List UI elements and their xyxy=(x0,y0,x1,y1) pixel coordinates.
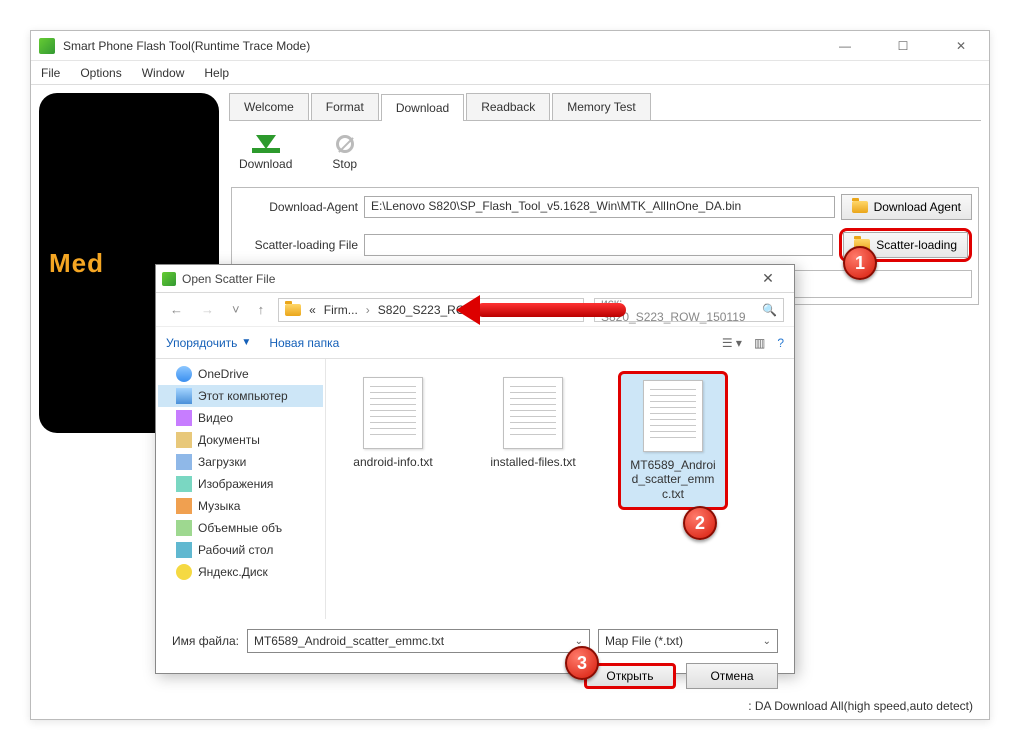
text-file-icon xyxy=(503,377,563,449)
nav-item[interactable]: Рабочий стол xyxy=(158,539,323,561)
vol-icon xyxy=(176,520,192,536)
menu-options[interactable]: Options xyxy=(80,66,121,80)
file-item-selected[interactable]: MT6589_Android_scatter_emmc.txt xyxy=(618,371,728,510)
download-label: Download xyxy=(239,157,292,171)
stop-icon xyxy=(336,135,354,153)
tab-format[interactable]: Format xyxy=(311,93,379,120)
titlebar: Smart Phone Flash Tool(Runtime Trace Mod… xyxy=(31,31,989,61)
img-icon xyxy=(176,476,192,492)
nav-item[interactable]: Видео xyxy=(158,407,323,429)
nav-item[interactable]: Изображения xyxy=(158,473,323,495)
filetype-filter[interactable]: Map File (*.txt)⌄ xyxy=(598,629,778,653)
tab-readback[interactable]: Readback xyxy=(466,93,550,120)
open-file-dialog: Open Scatter File ✕ ← → ˅ ↑ « Firm... › … xyxy=(155,264,795,674)
nav-item[interactable]: Документы xyxy=(158,429,323,451)
nav-item[interactable]: Этот компьютер xyxy=(158,385,323,407)
callout-3: 3 xyxy=(565,646,599,680)
menu-window[interactable]: Window xyxy=(142,66,185,80)
preview-pane-button[interactable]: ▥ xyxy=(754,336,765,350)
folder-icon xyxy=(285,304,301,316)
dialog-close-button[interactable]: ✕ xyxy=(748,270,788,287)
app-icon xyxy=(39,38,55,54)
cancel-button[interactable]: Отмена xyxy=(686,663,778,689)
phone-brand-text: Med xyxy=(49,248,104,279)
back-button[interactable]: ← xyxy=(166,302,187,317)
filename-label: Имя файла: xyxy=(172,634,239,648)
dialog-icon xyxy=(162,272,176,286)
navigation-pane: OneDriveЭтот компьютерВидеоДокументыЗагр… xyxy=(156,359,326,619)
vid-icon xyxy=(176,410,192,426)
recent-button[interactable]: ˅ xyxy=(228,302,244,317)
filename-input[interactable]: MT6589_Android_scatter_emmc.txt⌄ xyxy=(247,629,590,653)
maximize-button[interactable]: ☐ xyxy=(883,39,923,53)
file-item[interactable]: installed-files.txt xyxy=(478,371,588,475)
tab-welcome[interactable]: Welcome xyxy=(229,93,309,120)
cloud-icon xyxy=(176,366,192,382)
folder-icon xyxy=(852,201,868,213)
close-button[interactable]: ✕ xyxy=(941,39,981,53)
scatter-label: Scatter-loading File xyxy=(238,238,358,252)
ydisk-icon xyxy=(176,564,192,580)
organize-button[interactable]: Упорядочить▼ xyxy=(166,336,251,350)
file-item[interactable]: android-info.txt xyxy=(338,371,448,475)
mus-icon xyxy=(176,498,192,514)
scatter-input[interactable] xyxy=(364,234,833,256)
callout-1: 1 xyxy=(843,246,877,280)
window-title: Smart Phone Flash Tool(Runtime Trace Mod… xyxy=(63,39,825,53)
text-file-icon xyxy=(643,380,703,452)
new-folder-button[interactable]: Новая папка xyxy=(269,336,339,350)
menu-help[interactable]: Help xyxy=(204,66,229,80)
nav-item[interactable]: Загрузки xyxy=(158,451,323,473)
tab-memory-test[interactable]: Memory Test xyxy=(552,93,650,120)
tab-strip: Welcome Format Download Readback Memory … xyxy=(229,93,981,121)
search-icon: 🔍 xyxy=(762,303,777,317)
download-arrow-icon xyxy=(256,135,276,149)
stop-label: Stop xyxy=(332,157,357,171)
nav-item[interactable]: Музыка xyxy=(158,495,323,517)
stop-button[interactable]: Stop xyxy=(332,135,357,171)
nav-item[interactable]: Яндекс.Диск xyxy=(158,561,323,583)
da-input[interactable]: E:\Lenovo S820\SP_Flash_Tool_v5.1628_Win… xyxy=(364,196,835,218)
download-agent-button[interactable]: Download Agent xyxy=(841,194,972,220)
annotation-arrow xyxy=(476,303,626,317)
nav-item[interactable]: OneDrive xyxy=(158,363,323,385)
minimize-button[interactable]: — xyxy=(825,39,865,53)
forward-button[interactable]: → xyxy=(197,302,218,317)
help-button[interactable]: ? xyxy=(777,336,784,350)
callout-2: 2 xyxy=(683,506,717,540)
dl2-icon xyxy=(176,454,192,470)
dialog-title: Open Scatter File xyxy=(182,272,748,286)
view-mode-button[interactable]: ☰ ▾ xyxy=(722,336,742,350)
doc-icon xyxy=(176,432,192,448)
desk-icon xyxy=(176,542,192,558)
download-button[interactable]: Download xyxy=(239,135,292,171)
menu-file[interactable]: File xyxy=(41,66,60,80)
menubar: File Options Window Help xyxy=(31,61,989,85)
status-bar: : DA Download All(high speed,auto detect… xyxy=(748,699,973,713)
text-file-icon xyxy=(363,377,423,449)
tab-download[interactable]: Download xyxy=(381,94,464,121)
da-label: Download-Agent xyxy=(238,200,358,214)
up-button[interactable]: ↑ xyxy=(254,302,269,317)
pc-icon xyxy=(176,388,192,404)
file-list: android-info.txt installed-files.txt MT6… xyxy=(326,359,794,619)
nav-item[interactable]: Объемные объ xyxy=(158,517,323,539)
